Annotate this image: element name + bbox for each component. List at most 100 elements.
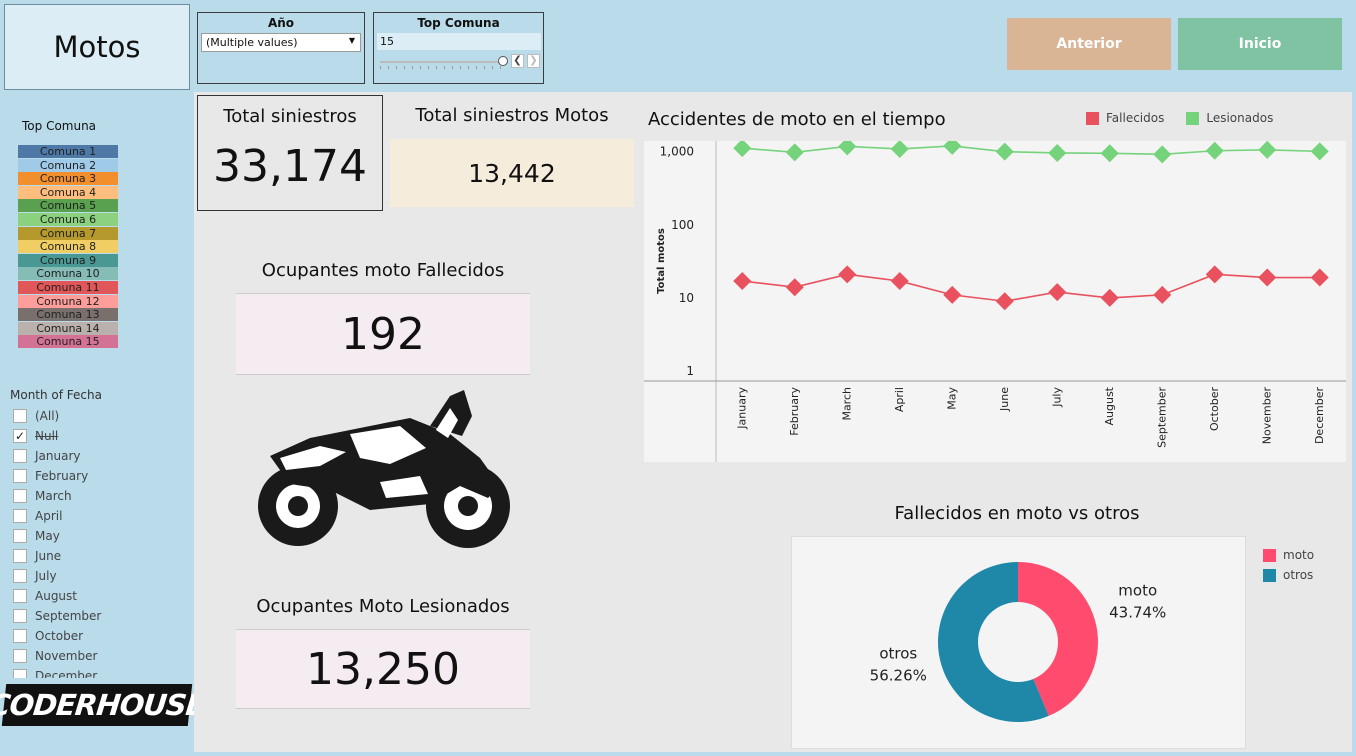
line-chart: 1 10 100 1,000 Total motos January February Mar… [644, 141, 1346, 462]
checkbox[interactable] [13, 469, 27, 483]
checkbox[interactable] [13, 509, 27, 523]
kpi-fallecidos-value: 192 [236, 293, 530, 375]
previous-button-label: Anterior [1056, 36, 1122, 52]
comuna-legend-item[interactable]: Comuna 4 [18, 185, 118, 199]
slider-track[interactable] [380, 61, 504, 63]
month-filter-label: October [35, 629, 84, 643]
checkbox[interactable]: ✓ [13, 429, 27, 443]
month-filter-item[interactable]: (All) [13, 406, 189, 426]
legend-item[interactable]: Lesionados [1186, 111, 1273, 125]
checkbox[interactable] [13, 409, 27, 423]
kpi-total-motos-value: 13,442 [390, 139, 634, 207]
comuna-legend-item[interactable]: Comuna 5 [18, 199, 118, 213]
x-tick-label: July [1050, 387, 1063, 408]
y-tick-label: 1,000 [660, 145, 694, 159]
month-filter-item[interactable]: July [13, 566, 189, 586]
chevron-left-icon[interactable]: ❮ [511, 54, 524, 68]
comuna-legend-item[interactable]: Comuna 15 [18, 335, 118, 349]
comuna-legend-title: Top Comuna [22, 119, 97, 133]
legend-item[interactable]: moto [1263, 548, 1314, 562]
year-dropdown-value: (Multiple values) [206, 36, 298, 49]
chevron-right-icon[interactable]: ❯ [527, 54, 540, 68]
month-filter-item[interactable]: ✓ Null [13, 426, 189, 446]
coderhouse-logo: CODERHOUSE [0, 684, 206, 726]
month-filter-list[interactable]: (All) ✓ Null January February March April May Ju… [13, 406, 189, 678]
month-filter-label: Null [35, 429, 59, 443]
kpi-lesionados-value: 13,250 [236, 629, 530, 709]
checkbox[interactable] [13, 449, 27, 463]
y-tick-label: 10 [679, 291, 694, 305]
comuna-legend-item[interactable]: Comuna 11 [18, 280, 118, 294]
checkbox[interactable] [13, 649, 27, 663]
y-tick-label: 1 [686, 364, 694, 378]
comuna-legend-item[interactable]: Comuna 3 [18, 172, 118, 186]
donut-chart-title: Fallecidos en moto vs otros [894, 503, 1140, 524]
top-comuna-value[interactable]: 15 [377, 33, 541, 50]
month-filter-item[interactable]: November [13, 646, 189, 666]
legend-item[interactable]: Fallecidos [1086, 111, 1164, 125]
kpi-total-siniestros: Total siniestros 33,174 [197, 95, 383, 211]
comuna-legend-item[interactable]: Comuna 2 [18, 158, 118, 172]
month-filter-item[interactable]: January [13, 446, 189, 466]
legend-swatch [1263, 548, 1276, 562]
comuna-legend-item[interactable]: Comuna 6 [18, 212, 118, 226]
checkbox[interactable] [13, 629, 27, 643]
month-filter-label: May [35, 529, 60, 543]
legend-swatch [1263, 568, 1276, 582]
x-tick-label: June [998, 387, 1011, 412]
donut-slice-percent-label: 56.26% [870, 666, 927, 684]
month-filter-label: March [35, 489, 72, 503]
comuna-legend-item[interactable]: Comuna 14 [18, 321, 118, 335]
slider-ticks [380, 66, 504, 69]
comuna-legend-item[interactable]: Comuna 12 [18, 294, 118, 308]
month-filter-item[interactable]: February [13, 466, 189, 486]
checkbox[interactable] [13, 609, 27, 623]
month-filter-item[interactable]: June [13, 546, 189, 566]
comuna-legend-item[interactable]: Comuna 7 [18, 226, 118, 240]
month-filter-item[interactable]: May [13, 526, 189, 546]
chevron-down-icon[interactable]: ▼ [349, 36, 355, 45]
checkbox[interactable] [13, 569, 27, 583]
month-filter-item[interactable]: March [13, 486, 189, 506]
x-tick-label: August [1103, 386, 1116, 425]
donut-chart: moto 43.74% otros 56.26% [870, 562, 1166, 722]
year-dropdown[interactable]: (Multiple values) ▼ [201, 33, 361, 52]
month-filter-label: April [35, 509, 63, 523]
checkbox[interactable] [13, 529, 27, 543]
home-button[interactable]: Inicio [1178, 18, 1342, 70]
kpi-total-motos-label: Total siniestros Motos [415, 105, 609, 126]
dashboard-title: Motos [4, 4, 190, 90]
line-chart-background [644, 141, 1346, 462]
y-axis-label: Total motos [656, 228, 667, 294]
month-filter-item[interactable]: April [13, 506, 189, 526]
month-filter-item[interactable]: August [13, 586, 189, 606]
kpi-total-siniestros-label: Total siniestros [223, 106, 357, 127]
comuna-legend-item[interactable]: Comuna 9 [18, 253, 118, 267]
x-tick-label: October [1208, 387, 1221, 431]
legend-swatch [1086, 111, 1099, 125]
top-comuna-filter[interactable]: Top Comuna 15 ❮ ❯ [373, 12, 544, 84]
month-filter-item[interactable]: September [13, 606, 189, 626]
legend-label: Fallecidos [1106, 111, 1165, 125]
month-filter-label: July [35, 569, 57, 583]
month-filter-item[interactable]: October [13, 626, 189, 646]
x-tick-label: January [735, 387, 748, 430]
checkbox[interactable] [13, 549, 27, 563]
legend-label: moto [1283, 548, 1315, 562]
previous-button[interactable]: Anterior [1007, 18, 1171, 70]
comuna-legend-item[interactable]: Comuna 1 [18, 145, 118, 158]
legend-item[interactable]: otros [1263, 568, 1314, 582]
checkbox[interactable] [13, 669, 27, 678]
year-filter-title: Año [267, 16, 295, 30]
month-filter-item[interactable]: December [13, 666, 189, 678]
comuna-legend-item[interactable]: Comuna 8 [18, 240, 118, 254]
month-filter-label: November [35, 649, 98, 663]
comuna-legend-item[interactable]: Comuna 13 [18, 308, 118, 322]
slider-handle[interactable] [498, 56, 508, 66]
month-filter-label: August [35, 589, 77, 603]
checkbox[interactable] [13, 589, 27, 603]
comuna-legend-item[interactable]: Comuna 10 [18, 267, 118, 281]
line-chart-legend: Fallecidos Lesionados [1086, 111, 1273, 125]
year-filter[interactable]: Año (Multiple values) ▼ [197, 12, 365, 84]
checkbox[interactable] [13, 489, 27, 503]
